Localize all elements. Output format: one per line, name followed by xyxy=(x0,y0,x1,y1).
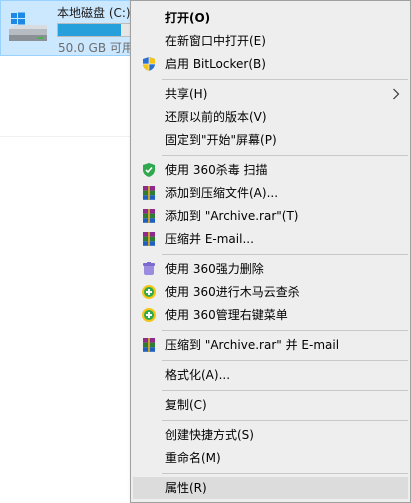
menu-item-label: 属性(R) xyxy=(165,481,207,495)
menu-item-label: 添加到压缩文件(A)... xyxy=(165,186,279,200)
menu-separator xyxy=(162,155,408,156)
360-force-delete-icon xyxy=(143,262,155,275)
menu-item-create-shortcut[interactable]: 创建快捷方式(S) xyxy=(133,424,408,446)
menu-separator xyxy=(162,420,408,421)
menu-item-share[interactable]: 共享(H) xyxy=(133,83,408,105)
drive-name: 本地磁盘 (C:) xyxy=(57,6,131,20)
menu-item-label: 使用 360杀毒 扫描 xyxy=(165,163,268,177)
menu-item-copy[interactable]: 复制(C) xyxy=(133,394,408,416)
menu-item-add-to-archive[interactable]: 添加到压缩文件(A)... xyxy=(133,182,408,204)
menu-separator xyxy=(162,473,408,474)
menu-item-360-cloud-scan[interactable]: 使用 360进行木马云查杀 xyxy=(133,281,408,303)
drive-usage-fill xyxy=(58,24,121,36)
menu-item-label: 压缩并 E-mail... xyxy=(165,232,254,246)
menu-item-label: 格式化(A)... xyxy=(165,368,231,382)
menu-separator xyxy=(162,330,408,331)
menu-item-compress-rar-email[interactable]: 压缩到 "Archive.rar" 并 E-mail xyxy=(133,334,408,356)
menu-item-label: 还原以前的版本(V) xyxy=(165,110,267,124)
menu-item-label: 打开(O) xyxy=(165,11,211,25)
menu-item-restore-previous[interactable]: 还原以前的版本(V) xyxy=(133,106,408,128)
menu-item-label: 创建快捷方式(S) xyxy=(165,428,254,442)
menu-item-format[interactable]: 格式化(A)... xyxy=(133,364,408,386)
360-security-icon xyxy=(142,285,156,299)
menu-item-pin-to-start[interactable]: 固定到"开始"屏幕(P) xyxy=(133,129,408,151)
menu-item-360-force-delete[interactable]: 使用 360强力删除 xyxy=(133,258,408,280)
menu-item-compress-email[interactable]: 压缩并 E-mail... xyxy=(133,228,408,250)
uac-shield-icon xyxy=(143,57,155,71)
menu-item-label: 共享(H) xyxy=(165,87,208,101)
menu-item-label: 添加到 "Archive.rar"(T) xyxy=(165,209,299,223)
menu-item-bitlocker[interactable]: 启用 BitLocker(B) xyxy=(133,53,408,75)
explorer-window: 本地磁盘 (C:) 50.0 GB 可用 打开(O) 在新窗口中打开(E) 启用… xyxy=(0,0,411,503)
winrar-icon xyxy=(143,209,155,223)
winrar-icon xyxy=(143,232,155,246)
menu-item-label: 复制(C) xyxy=(165,398,207,412)
winrar-icon xyxy=(143,186,155,200)
drive-free-space: 50.0 GB 可用 xyxy=(58,41,134,55)
menu-item-360-scan[interactable]: 使用 360杀毒 扫描 xyxy=(133,159,408,181)
menu-item-label: 在新窗口中打开(E) xyxy=(165,34,266,48)
menu-separator xyxy=(162,360,408,361)
context-menu: 打开(O) 在新窗口中打开(E) 启用 BitLocker(B) 共享(H) 还… xyxy=(130,0,411,503)
menu-item-open-new-window[interactable]: 在新窗口中打开(E) xyxy=(133,30,408,52)
background-divider xyxy=(0,136,131,137)
menu-item-label: 固定到"开始"屏幕(P) xyxy=(165,133,277,147)
menu-separator xyxy=(162,254,408,255)
menu-item-label: 使用 360管理右键菜单 xyxy=(165,308,288,322)
menu-item-label: 使用 360强力删除 xyxy=(165,262,264,276)
menu-item-rename[interactable]: 重命名(M) xyxy=(133,447,408,469)
menu-item-open[interactable]: 打开(O) xyxy=(133,7,408,29)
drive-tile-c[interactable]: 本地磁盘 (C:) 50.0 GB 可用 xyxy=(0,0,134,56)
menu-item-add-to-archive-rar[interactable]: 添加到 "Archive.rar"(T) xyxy=(133,205,408,227)
chevron-right-icon xyxy=(393,88,400,100)
menu-item-label: 重命名(M) xyxy=(165,451,221,465)
menu-item-label: 压缩到 "Archive.rar" 并 E-mail xyxy=(165,338,340,352)
menu-item-properties[interactable]: 属性(R) xyxy=(133,477,408,499)
menu-item-label: 启用 BitLocker(B) xyxy=(165,57,266,71)
drive-usage-bar xyxy=(57,23,132,37)
menu-separator xyxy=(162,79,408,80)
hard-drive-icon xyxy=(9,12,47,41)
menu-separator xyxy=(162,390,408,391)
360-security-icon xyxy=(142,308,156,322)
360-antivirus-icon xyxy=(143,163,155,177)
menu-item-label: 使用 360进行木马云查杀 xyxy=(165,285,300,299)
menu-item-360-manage-menu[interactable]: 使用 360管理右键菜单 xyxy=(133,304,408,326)
winrar-icon xyxy=(143,338,155,352)
